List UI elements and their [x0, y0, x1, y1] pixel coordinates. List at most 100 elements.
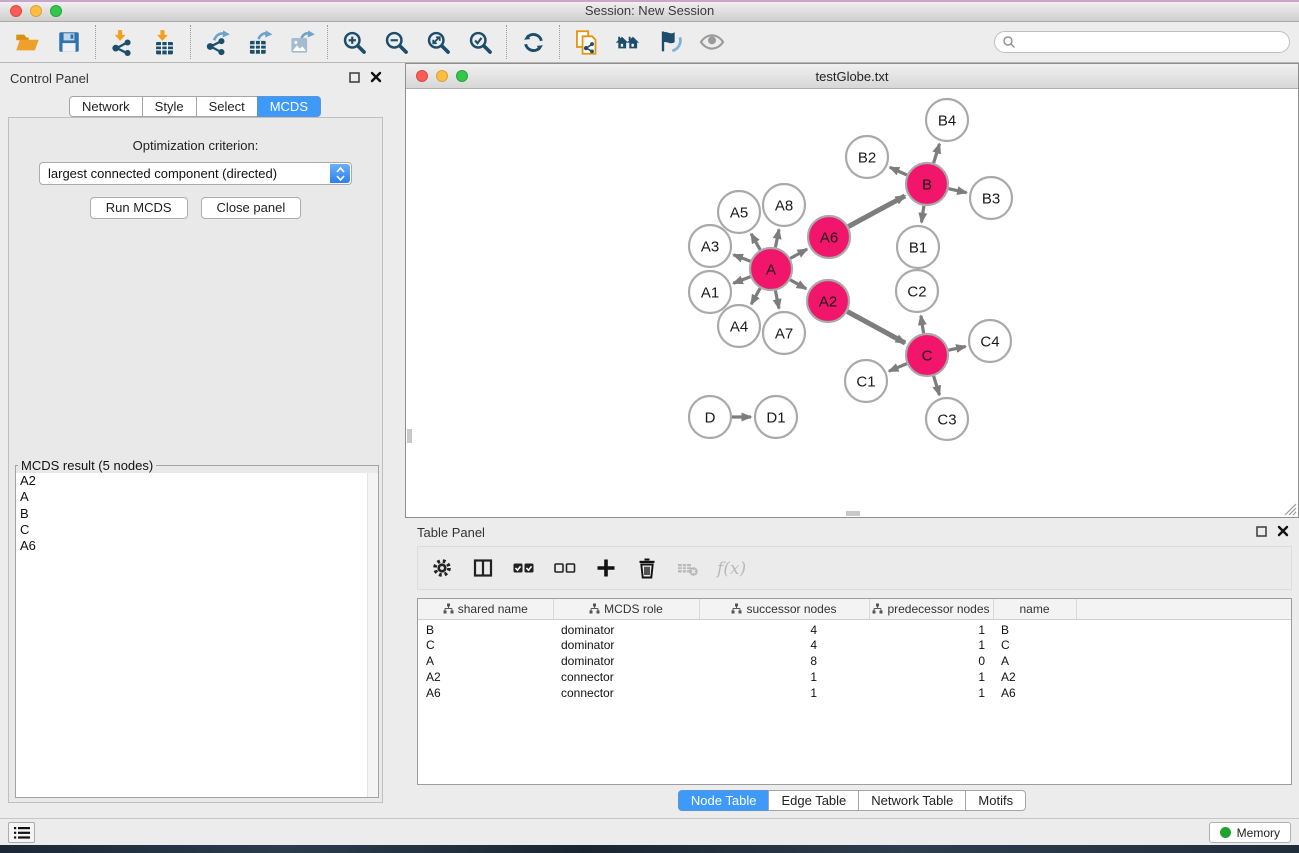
edge-A-A6[interactable] — [790, 249, 807, 258]
close-panel-icon[interactable] — [370, 71, 382, 83]
zoom-out-button[interactable] — [375, 24, 417, 60]
close-panel-icon[interactable] — [1277, 525, 1289, 537]
refresh-button[interactable] — [512, 24, 554, 60]
tab-edge-table[interactable]: Edge Table — [768, 790, 859, 811]
edge-A6-B[interactable] — [848, 196, 905, 227]
edge-B-B3[interactable] — [949, 189, 967, 193]
delete-column-button[interactable] — [633, 554, 661, 582]
edge-A-A3[interactable] — [733, 255, 750, 261]
search-input[interactable] — [1016, 33, 1289, 51]
node-B2[interactable]: B2 — [846, 136, 888, 178]
node-A2[interactable]: A2 — [807, 280, 849, 322]
save-session-button[interactable] — [48, 24, 90, 60]
node-C1[interactable]: C1 — [845, 360, 887, 402]
show-navigator-button[interactable] — [607, 24, 649, 60]
float-panel-icon[interactable] — [1256, 526, 1267, 537]
edge-A-A7[interactable] — [775, 291, 779, 309]
edge-C-C3[interactable] — [934, 376, 940, 395]
float-panel-icon[interactable] — [349, 72, 360, 83]
node-B1[interactable]: B1 — [897, 226, 939, 268]
node-A4[interactable]: A4 — [718, 305, 760, 347]
column-header-shared-name[interactable]: shared name — [418, 599, 553, 619]
tab-style[interactable]: Style — [142, 96, 197, 117]
edge-C-C1[interactable] — [889, 364, 907, 372]
result-item-C[interactable]: C — [16, 522, 378, 538]
search-box[interactable] — [994, 31, 1290, 53]
network-window-titlebar[interactable]: testGlobe.txt — [406, 64, 1298, 89]
node-C2[interactable]: C2 — [896, 270, 938, 312]
tab-node-table[interactable]: Node Table — [678, 790, 770, 811]
tab-network[interactable]: Network — [69, 96, 143, 117]
node-C3[interactable]: C3 — [926, 398, 968, 440]
node-A5[interactable]: A5 — [718, 191, 760, 233]
node-D1[interactable]: D1 — [755, 396, 797, 438]
show-console-button[interactable] — [8, 822, 35, 843]
table-row[interactable]: Adominator80A — [418, 653, 1291, 669]
edge-B-B1[interactable] — [922, 206, 924, 223]
table-row[interactable]: Bdominator41B — [418, 619, 1291, 637]
node-C[interactable]: C — [906, 334, 948, 376]
new-network-from-selection-button[interactable] — [565, 24, 607, 60]
edge-C-C2[interactable] — [921, 316, 924, 334]
deselect-all-button[interactable] — [551, 554, 579, 582]
result-item-B[interactable]: B — [16, 506, 378, 522]
tab-motifs[interactable]: Motifs — [965, 790, 1026, 811]
table-row[interactable]: A6connector11A6 — [418, 685, 1291, 701]
edge-A-A8[interactable] — [775, 230, 779, 248]
node-B[interactable]: B — [906, 163, 948, 205]
export-image-button[interactable] — [280, 24, 322, 60]
canvas-hscroll-thumb[interactable] — [846, 511, 860, 516]
node-C4[interactable]: C4 — [969, 320, 1011, 362]
select-all-button[interactable] — [510, 554, 538, 582]
table-row[interactable]: Cdominator41C — [418, 637, 1291, 653]
column-header-MCDS-role[interactable]: MCDS role — [553, 599, 699, 619]
import-network-button[interactable] — [101, 24, 143, 60]
tab-network-table[interactable]: Network Table — [858, 790, 966, 811]
node-A1[interactable]: A1 — [689, 271, 731, 313]
zoom-in-button[interactable] — [333, 24, 375, 60]
optimization-criterion-select[interactable]: largest connected component (directed) — [39, 162, 352, 185]
zoom-fit-button[interactable] — [417, 24, 459, 60]
column-header-successor-nodes[interactable]: successor nodes — [699, 599, 869, 619]
edge-C-C4[interactable] — [949, 346, 966, 350]
node-A3[interactable]: A3 — [689, 225, 731, 267]
table-row[interactable]: A2connector11A2 — [418, 669, 1291, 685]
edge-A-A2[interactable] — [790, 280, 806, 289]
resize-grip-icon[interactable] — [1284, 503, 1297, 516]
network-canvas[interactable]: B4B2BB3A5A8A6B1A3AC2A1A2A4A7C4CC1C3DD1 — [406, 89, 1298, 517]
edge-B-B4[interactable] — [934, 144, 940, 163]
show-graphics-details-button[interactable] — [649, 24, 691, 60]
column-header-name[interactable]: name — [993, 599, 1076, 619]
show-column-button[interactable] — [469, 554, 497, 582]
canvas-vscroll-thumb[interactable] — [407, 429, 412, 443]
node-B4[interactable]: B4 — [926, 99, 968, 141]
zoom-selected-button[interactable] — [459, 24, 501, 60]
edge-B-B2[interactable] — [890, 167, 907, 175]
open-file-button[interactable] — [6, 24, 48, 60]
edge-A-A5[interactable] — [751, 234, 760, 250]
show-hide-details-button[interactable] — [691, 24, 733, 60]
table-settings-button[interactable] — [428, 554, 456, 582]
export-network-button[interactable] — [196, 24, 238, 60]
column-header-predecessor-nodes[interactable]: predecessor nodes — [869, 599, 993, 619]
tab-mcds[interactable]: MCDS — [257, 96, 321, 117]
node-A[interactable]: A — [750, 248, 792, 290]
result-item-A[interactable]: A — [16, 489, 378, 505]
memory-button[interactable]: Memory — [1209, 822, 1291, 843]
export-table-button[interactable] — [238, 24, 280, 60]
result-item-A6[interactable]: A6 — [16, 538, 378, 554]
node-A6[interactable]: A6 — [808, 216, 850, 258]
close-panel-button[interactable]: Close panel — [201, 197, 302, 219]
result-scrollbar[interactable] — [367, 473, 378, 797]
node-D[interactable]: D — [689, 396, 731, 438]
edge-A-A1[interactable] — [733, 277, 750, 283]
tab-select[interactable]: Select — [196, 96, 258, 117]
create-column-button[interactable] — [592, 554, 620, 582]
edge-A-A4[interactable] — [751, 288, 760, 304]
result-item-A2[interactable]: A2 — [16, 473, 378, 489]
node-B3[interactable]: B3 — [970, 177, 1012, 219]
edge-A2-C[interactable] — [847, 312, 905, 344]
run-mcds-button[interactable]: Run MCDS — [90, 197, 188, 219]
import-table-button[interactable] — [143, 24, 185, 60]
node-A8[interactable]: A8 — [763, 184, 805, 226]
